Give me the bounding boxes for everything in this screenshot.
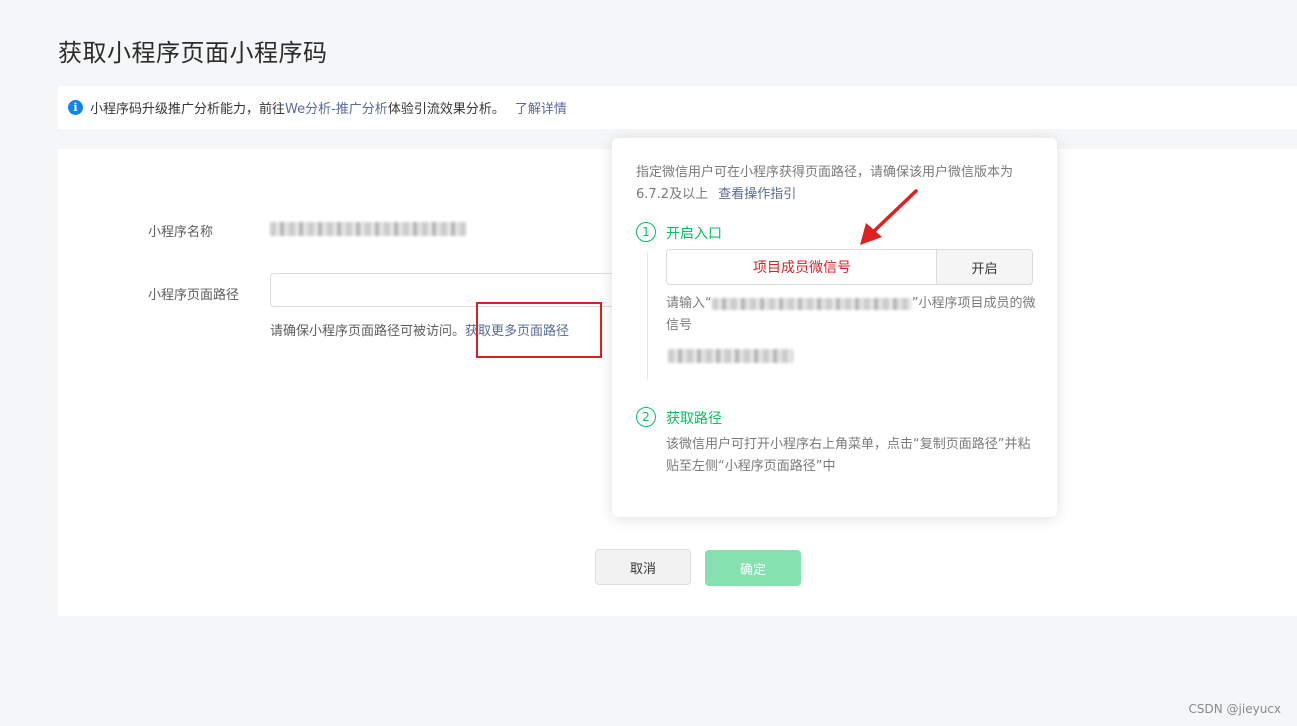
page-title: 获取小程序页面小程序码	[58, 39, 328, 67]
info-icon: i	[68, 100, 83, 115]
step1-title: 开启入口	[666, 226, 722, 242]
step-connector-line	[647, 252, 648, 380]
operation-guide-link[interactable]: 查看操作指引	[718, 187, 796, 202]
miniprogram-name-value-redacted	[270, 222, 466, 236]
annotation-arrow-icon	[860, 189, 918, 245]
cancel-button[interactable]: 取消	[595, 549, 691, 585]
get-path-popover: 指定微信用户可在小程序获得页面路径，请确保该用户微信版本为6.7.2及以上 查看…	[612, 138, 1057, 517]
analysis-link[interactable]: We分析-推广分析	[285, 98, 388, 117]
step2-description: 该微信用户可打开小程序右上角菜单，点击“复制页面路径”并粘贴至左侧“小程序页面路…	[666, 437, 1031, 474]
miniprogram-name-redacted	[711, 297, 912, 310]
learn-more-link[interactable]: 了解详情	[515, 98, 567, 117]
step1-number: 1	[636, 222, 656, 242]
member-wechat-input[interactable]: 项目成员微信号	[666, 249, 937, 285]
notice-bar: i 小程序码升级推广分析能力，前往 We分析-推广分析 体验引流效果分析。 了解…	[58, 86, 1297, 129]
step2-number: 2	[636, 407, 656, 427]
open-entry-button[interactable]: 开启	[936, 249, 1033, 285]
page-path-label: 小程序页面路径	[148, 288, 240, 303]
notice-text: 小程序码升级推广分析能力，前往	[90, 102, 286, 117]
highlight-annotation-box	[476, 302, 602, 358]
watermark: CSDN @jieyucx	[1188, 702, 1281, 716]
step1-description: 请输入“ ”小程序项目成员的微信号	[666, 293, 1036, 337]
miniprogram-name-label: 小程序名称	[148, 225, 214, 240]
step2-title: 获取路径	[666, 411, 722, 427]
path-hint-text: 请确保小程序页面路径可被访问。	[270, 324, 466, 339]
confirm-button[interactable]: 确定	[705, 550, 801, 586]
notice-text-after: 体验引流效果分析。	[387, 102, 505, 117]
step1-desc-before: 请输入“	[666, 296, 712, 311]
popover-description: 指定微信用户可在小程序获得页面路径，请确保该用户微信版本为6.7.2及以上 查看…	[636, 162, 1036, 206]
member-list-redacted	[668, 349, 793, 363]
wechat-id-annotation: 项目成员微信号	[753, 260, 851, 276]
popover-desc-text: 指定微信用户可在小程序获得页面路径，请确保该用户微信版本为6.7.2及以上	[636, 165, 1014, 202]
